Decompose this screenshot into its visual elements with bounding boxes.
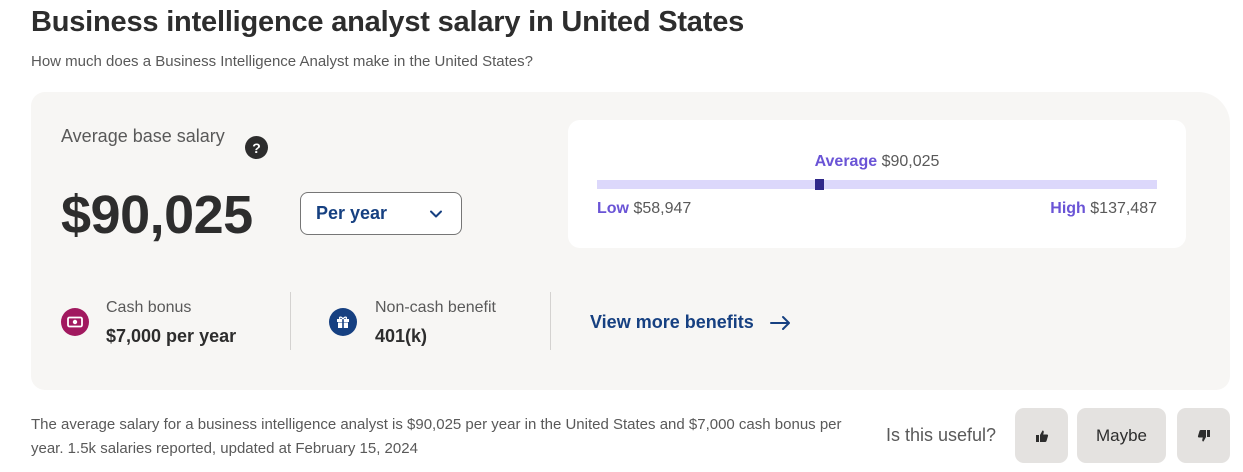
divider bbox=[290, 292, 291, 350]
gift-icon bbox=[329, 308, 357, 336]
salary-range-bar bbox=[597, 180, 1157, 189]
salary-range-panel: Average $90,025 Low $58,947 High $137,48… bbox=[568, 120, 1186, 248]
range-average-label: Average bbox=[814, 153, 878, 170]
range-high-label: High bbox=[1050, 200, 1086, 217]
range-average: Average $90,025 bbox=[568, 153, 1186, 171]
average-salary-amount: $90,025 bbox=[61, 185, 253, 245]
range-high: High $137,487 bbox=[1050, 200, 1157, 218]
range-low-value: $58,947 bbox=[633, 200, 692, 217]
salary-card: Average base salary ? $90,025 Per year A… bbox=[31, 92, 1230, 390]
thumbs-down-icon bbox=[1197, 429, 1210, 441]
pay-period-value: Per year bbox=[316, 203, 388, 223]
view-more-benefits-link[interactable]: View more benefits bbox=[590, 312, 792, 333]
range-low-label: Low bbox=[597, 200, 629, 217]
divider bbox=[550, 292, 551, 350]
cash-bonus-value: $7,000 per year bbox=[106, 326, 237, 346]
non-cash-benefit-label: Non-cash benefit bbox=[375, 299, 496, 316]
thumbs-up-icon bbox=[1035, 430, 1048, 442]
chevron-down-icon bbox=[430, 210, 442, 217]
useful-question: Is this useful? bbox=[886, 425, 997, 445]
page-title: Business intelligence analyst salary in … bbox=[31, 6, 745, 38]
average-base-salary-label: Average base salary bbox=[61, 126, 225, 146]
view-more-benefits-label: View more benefits bbox=[590, 312, 754, 332]
cash-bonus-label: Cash bonus bbox=[106, 299, 192, 316]
thumbs-up-button[interactable] bbox=[1015, 408, 1068, 463]
non-cash-benefit-value: 401(k) bbox=[375, 326, 428, 346]
arrow-right-icon bbox=[769, 315, 790, 330]
maybe-button[interactable]: Maybe bbox=[1077, 408, 1166, 463]
thumbs-down-button[interactable] bbox=[1177, 408, 1230, 463]
help-icon[interactable]: ? bbox=[245, 136, 268, 159]
salary-summary-text: The average salary for a business intell… bbox=[31, 416, 842, 457]
range-average-value: $90,025 bbox=[881, 153, 940, 170]
cash-icon bbox=[61, 308, 89, 336]
page-subtitle: How much does a Business Intelligence An… bbox=[31, 53, 533, 70]
average-marker bbox=[814, 179, 824, 190]
range-low: Low $58,947 bbox=[597, 200, 691, 218]
range-high-value: $137,487 bbox=[1090, 200, 1157, 217]
pay-period-select[interactable]: Per year bbox=[300, 192, 462, 235]
